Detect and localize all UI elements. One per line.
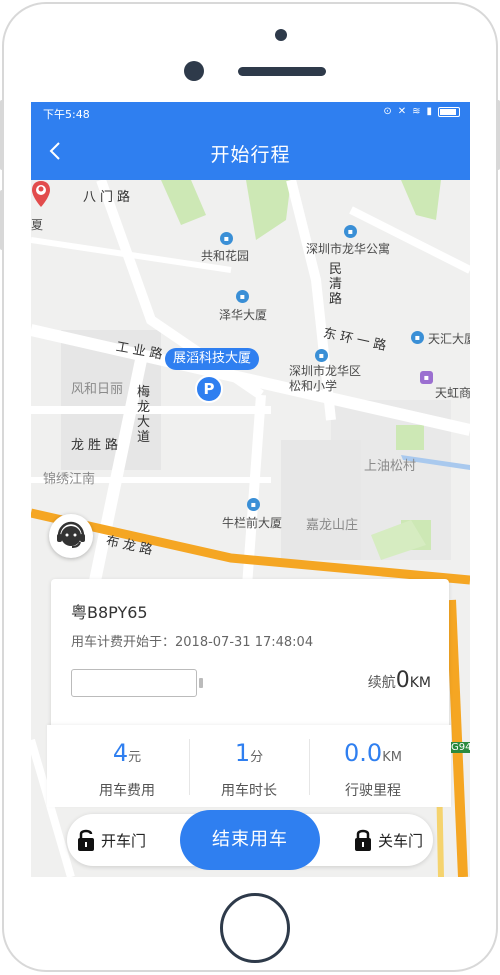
- poi-icon: ▪: [420, 371, 433, 384]
- stat-label: 用车费用: [99, 783, 155, 799]
- side-button: [0, 190, 4, 250]
- poi-icon: ▪: [236, 290, 249, 303]
- open-door-button[interactable]: 开车门: [77, 826, 146, 854]
- unlock-icon: [78, 829, 94, 851]
- stat-unit: KM: [382, 750, 402, 765]
- stat-label: 用车时长: [221, 783, 277, 799]
- billing-start: 用车计费开始于：2018-07-31 17:48:04: [71, 631, 313, 650]
- stat-label: 行驶里程: [345, 783, 401, 799]
- user-location-pin-icon: [32, 181, 50, 207]
- customer-service-button[interactable]: [49, 514, 93, 558]
- range-display: 续航0KM: [368, 668, 431, 693]
- poi-icon: ▪: [247, 498, 260, 511]
- map-road-label: 民清路: [329, 262, 343, 307]
- battery-icon: [438, 107, 460, 117]
- trip-stats-panel: 4元 用车费用 1分 用车时长 0.0KM 行驶里程: [47, 725, 451, 807]
- poi-icon: ▪: [220, 232, 233, 245]
- range-value: 0: [395, 668, 410, 693]
- stat-unit: 分: [250, 750, 264, 765]
- app-screen: 下午5:48 ⊙ ✕ ≋ ▮ 开始行程 八门路 夏 ▪ 共和花园 ▪ 深圳市龙华…: [31, 102, 470, 877]
- highway-badge: G94: [449, 742, 470, 753]
- stat-distance: 0.0KM 行驶里程: [313, 725, 433, 807]
- status-time: 下午5:48: [43, 108, 90, 121]
- signal-icon: ⊙: [383, 106, 392, 117]
- nav-bar: 开始行程: [31, 124, 470, 180]
- billing-start-label: 用车计费开始于：: [71, 635, 176, 650]
- map-poi-label: 天汇大厦: [428, 332, 470, 346]
- stat-value: 0.0: [344, 739, 383, 767]
- front-camera: [184, 61, 204, 81]
- cellular-icon: ▮: [426, 106, 432, 117]
- home-button[interactable]: [220, 893, 290, 963]
- action-bar: 开车门 结束用车 关车门: [67, 810, 433, 870]
- close-door-label: 关车门: [377, 831, 423, 850]
- open-door-label: 开车门: [101, 831, 147, 850]
- license-plate: 粤B8PY65: [71, 603, 148, 622]
- billing-start-time: 2018-07-31 17:48:04: [175, 635, 314, 650]
- divider: [309, 739, 310, 795]
- page-title: 开始行程: [210, 144, 291, 166]
- top-dot: [275, 29, 287, 41]
- map-area-label: 锦绣江南: [43, 472, 96, 487]
- poi-icon: ▪: [315, 349, 328, 362]
- map-area-label: 风和日丽: [71, 382, 124, 397]
- close-door-button[interactable]: 关车门: [354, 826, 423, 854]
- poi-icon: ▪: [344, 225, 357, 238]
- status-icons: ⊙ ✕ ≋ ▮: [383, 105, 460, 119]
- battery-level-bar: [71, 669, 197, 697]
- stat-value: 4: [112, 739, 129, 767]
- speaker-grille: [238, 67, 326, 76]
- poi-icon: ▪: [411, 331, 424, 344]
- map-road-label: 梅龙大道: [137, 385, 151, 445]
- side-button: [496, 100, 500, 170]
- parking-pin[interactable]: P: [195, 375, 223, 403]
- map-poi-label: 共和花园: [201, 249, 250, 263]
- map-area-label: 上油松村: [364, 459, 417, 474]
- trip-info-card: 粤B8PY65 用车计费开始于：2018-07-31 17:48:04 续航0K…: [51, 579, 449, 729]
- map-area-label: 嘉龙山庄: [306, 518, 359, 533]
- side-button: [0, 100, 4, 170]
- map-poi-label: 牛栏前大厦: [222, 516, 283, 530]
- lock-icon: [354, 829, 371, 851]
- map-poi-label: 天虹商: [435, 386, 470, 400]
- stat-cost: 4元 用车费用: [67, 725, 187, 807]
- battery-level-tip: [199, 678, 203, 688]
- range-unit: KM: [409, 675, 431, 691]
- stat-unit: 元: [128, 750, 142, 765]
- mute-icon: ✕: [397, 106, 407, 117]
- map-road-label: 龙胜路: [71, 438, 123, 453]
- stat-duration: 1分 用车时长: [189, 725, 309, 807]
- map-label: 夏: [31, 218, 44, 232]
- headset-icon: [57, 521, 85, 548]
- wifi-icon: ≋: [412, 106, 421, 117]
- end-trip-button[interactable]: 结束用车: [180, 810, 320, 870]
- destination-label[interactable]: 展滔科技大厦: [165, 348, 260, 370]
- map-poi-label: 深圳市龙华区松和小学: [289, 364, 362, 393]
- map-poi-label: 泽华大厦: [219, 308, 268, 322]
- map-road-label: 八门路: [83, 190, 135, 205]
- stat-value: 1: [234, 739, 251, 767]
- map-poi-label: 深圳市龙华公寓: [306, 242, 391, 256]
- status-bar: 下午5:48 ⊙ ✕ ≋ ▮: [31, 102, 470, 124]
- range-label: 续航: [367, 675, 396, 691]
